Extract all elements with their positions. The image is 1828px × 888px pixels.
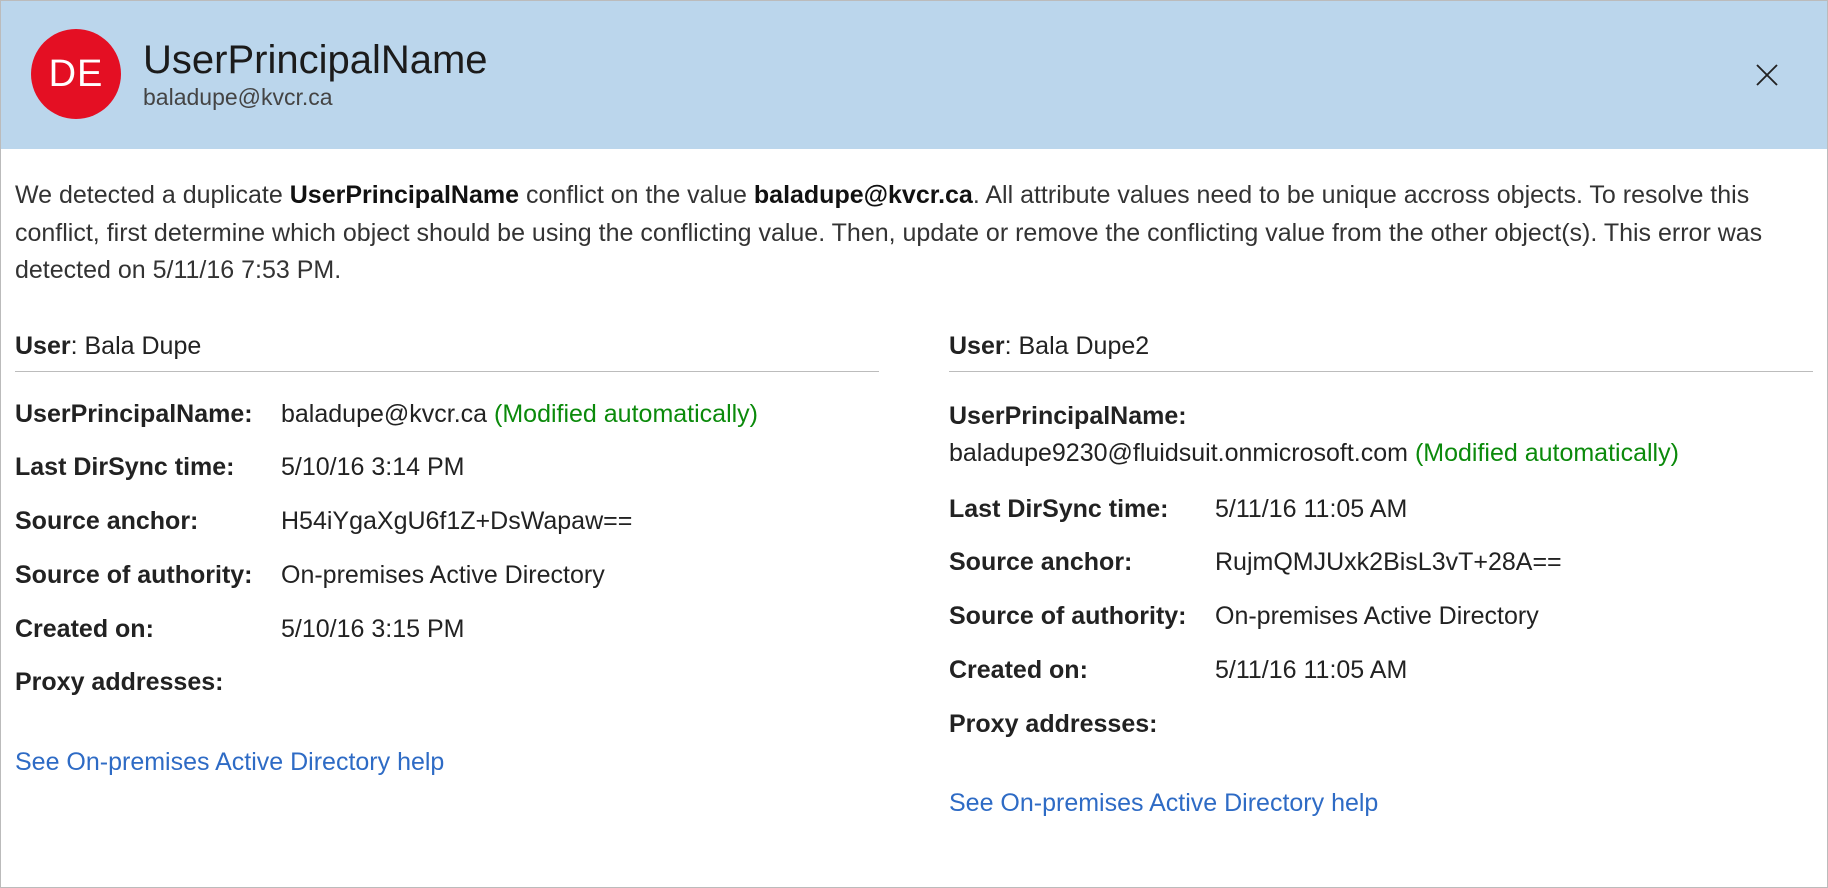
anchor-value: RujmQMJUxk2BisL3vT+28A== bbox=[1215, 546, 1813, 580]
page-subtitle: baladupe@kvcr.ca bbox=[143, 84, 488, 111]
compare-columns: User: Bala Dupe UserPrincipalName: balad… bbox=[15, 332, 1813, 819]
user-name: Bala Dupe bbox=[85, 332, 202, 360]
dialog-header: DE UserPrincipalName baladupe@kvcr.ca bbox=[1, 1, 1827, 149]
dirsync-value: 5/11/16 11:05 AM bbox=[1215, 493, 1813, 527]
anchor-label: Source anchor: bbox=[949, 546, 1215, 580]
authority-value: On-premises Active Directory bbox=[1215, 600, 1813, 634]
proxy-value bbox=[1215, 708, 1813, 742]
dirsync-value: 5/10/16 3:14 PM bbox=[281, 451, 879, 485]
modified-badge: (Modified automatically) bbox=[494, 400, 758, 428]
anchor-label: Source anchor: bbox=[15, 505, 281, 539]
desc-value: baladupe@kvcr.ca bbox=[754, 181, 973, 209]
authority-label: Source of authority: bbox=[949, 600, 1215, 634]
created-row: Created on: 5/11/16 11:05 AM bbox=[949, 654, 1813, 688]
dialog-frame: DE UserPrincipalName baladupe@kvcr.ca We… bbox=[0, 0, 1828, 888]
anchor-row: Source anchor: RujmQMJUxk2BisL3vT+28A== bbox=[949, 546, 1813, 580]
authority-value: On-premises Active Directory bbox=[281, 559, 879, 593]
help-link[interactable]: See On-premises Active Directory help bbox=[15, 748, 444, 777]
created-row: Created on: 5/10/16 3:15 PM bbox=[15, 613, 879, 647]
proxy-row: Proxy addresses: bbox=[15, 666, 879, 700]
user-heading: User: Bala Dupe2 bbox=[949, 332, 1813, 372]
upn-value: baladupe9230@fluidsuit.onmicrosoft.com (… bbox=[949, 435, 1813, 473]
desc-segment: We detected a duplicate bbox=[15, 181, 290, 209]
created-value: 5/11/16 11:05 AM bbox=[1215, 654, 1813, 688]
anchor-value: H54iYgaXgU6f1Z+DsWapaw== bbox=[281, 505, 879, 539]
upn-value: baladupe@kvcr.ca (Modified automatically… bbox=[281, 398, 879, 432]
dirsync-label: Last DirSync time: bbox=[949, 493, 1215, 527]
created-label: Created on: bbox=[949, 654, 1215, 688]
proxy-value bbox=[281, 666, 879, 700]
proxy-label: Proxy addresses: bbox=[949, 708, 1215, 742]
authority-label: Source of authority: bbox=[15, 559, 281, 593]
anchor-row: Source anchor: H54iYgaXgU6f1Z+DsWapaw== bbox=[15, 505, 879, 539]
desc-attr: UserPrincipalName bbox=[290, 181, 519, 209]
user-column-right: User: Bala Dupe2 UserPrincipalName: bala… bbox=[949, 332, 1813, 819]
user-name: Bala Dupe2 bbox=[1019, 332, 1150, 360]
upn-text: baladupe@kvcr.ca bbox=[281, 400, 487, 428]
user-column-left: User: Bala Dupe UserPrincipalName: balad… bbox=[15, 332, 879, 819]
upn-row: UserPrincipalName: baladupe9230@fluidsui… bbox=[949, 398, 1813, 473]
close-button[interactable] bbox=[1745, 53, 1789, 97]
dirsync-label: Last DirSync time: bbox=[15, 451, 281, 485]
title-block: UserPrincipalName baladupe@kvcr.ca bbox=[143, 38, 488, 111]
modified-badge: (Modified automatically) bbox=[1415, 439, 1679, 467]
user-label: User bbox=[949, 332, 1005, 360]
upn-label: UserPrincipalName: bbox=[949, 398, 1813, 436]
close-icon bbox=[1752, 60, 1782, 90]
help-link[interactable]: See On-premises Active Directory help bbox=[949, 789, 1378, 818]
upn-label: UserPrincipalName: bbox=[15, 398, 281, 432]
avatar-initials: DE bbox=[49, 53, 104, 96]
page-title: UserPrincipalName bbox=[143, 38, 488, 82]
conflict-description: We detected a duplicate UserPrincipalNam… bbox=[15, 177, 1813, 290]
avatar: DE bbox=[31, 29, 121, 119]
authority-row: Source of authority: On-premises Active … bbox=[15, 559, 879, 593]
authority-row: Source of authority: On-premises Active … bbox=[949, 600, 1813, 634]
user-heading: User: Bala Dupe bbox=[15, 332, 879, 372]
dialog-body: We detected a duplicate UserPrincipalNam… bbox=[1, 149, 1827, 887]
created-label: Created on: bbox=[15, 613, 281, 647]
proxy-label: Proxy addresses: bbox=[15, 666, 281, 700]
dirsync-row: Last DirSync time: 5/10/16 3:14 PM bbox=[15, 451, 879, 485]
desc-segment: conflict on the value bbox=[519, 181, 754, 209]
desc-segment: . bbox=[334, 256, 341, 284]
proxy-row: Proxy addresses: bbox=[949, 708, 1813, 742]
dirsync-row: Last DirSync time: 5/11/16 11:05 AM bbox=[949, 493, 1813, 527]
desc-timestamp: 5/11/16 7:53 PM bbox=[153, 256, 335, 284]
upn-text: baladupe9230@fluidsuit.onmicrosoft.com bbox=[949, 439, 1408, 467]
user-label: User bbox=[15, 332, 71, 360]
upn-row: UserPrincipalName: baladupe@kvcr.ca (Mod… bbox=[15, 398, 879, 432]
created-value: 5/10/16 3:15 PM bbox=[281, 613, 879, 647]
